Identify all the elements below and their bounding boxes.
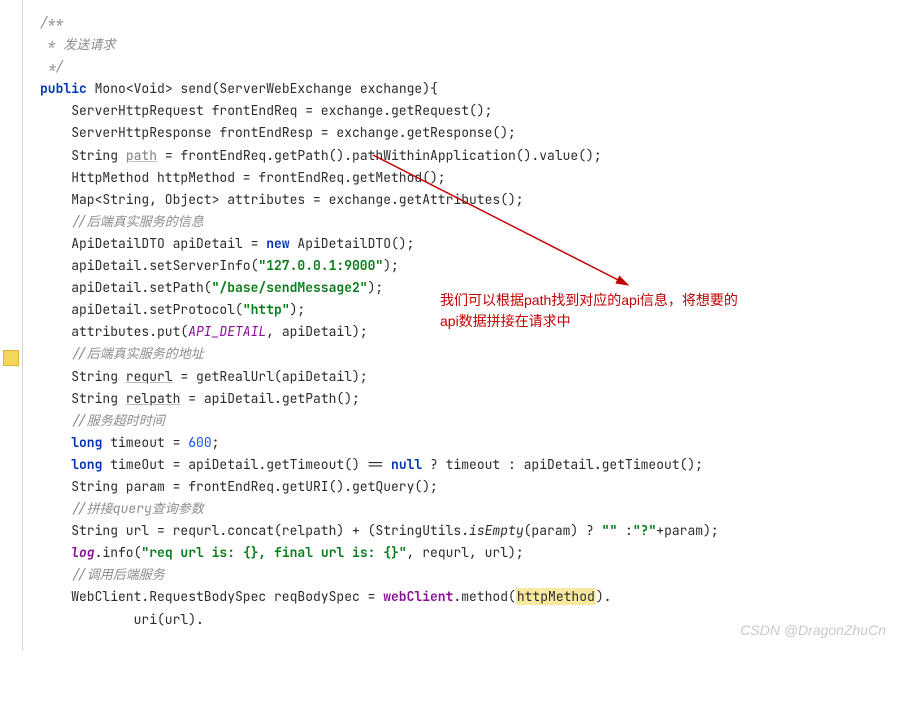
- string-literal: "req url is: {}, final url is: {}": [141, 544, 406, 561]
- code-line: String url = requrl.concat(relpath) + (S…: [8, 520, 898, 542]
- code-text: +param);: [656, 522, 718, 539]
- code-text: String: [40, 368, 126, 385]
- callout-line2: api数据拼接在请求中: [440, 311, 738, 332]
- keyword: public: [40, 80, 87, 97]
- code-line: ServerHttpRequest frontEndReq = exchange…: [8, 100, 898, 122]
- code-text: [40, 544, 71, 561]
- warn-param: httpMethod: [516, 588, 596, 605]
- code-line: //服务超时时间: [8, 410, 898, 432]
- code-text: apiDetail.setPath(: [40, 279, 212, 296]
- string-literal: "http": [243, 301, 290, 318]
- code-line: //后端真实服务的信息: [8, 211, 898, 233]
- code-line: ServerHttpResponse frontEndResp = exchan…: [8, 122, 898, 144]
- keyword: long: [71, 456, 102, 473]
- static-call: isEmpty: [469, 522, 524, 539]
- string-literal: "/base/sendMessage2": [212, 279, 368, 296]
- code-text: String: [40, 147, 126, 164]
- code-text: );: [383, 257, 399, 274]
- gutter-marker-icon: [3, 350, 19, 366]
- code-text: = getRealUrl(apiDetail);: [173, 368, 368, 385]
- code-line: apiDetail.setServerInfo("127.0.0.1:9000"…: [8, 255, 898, 277]
- code-text: String url = requrl.concat(relpath) + (S…: [40, 522, 469, 539]
- code-line: log.info("req url is: {}, final url is: …: [8, 542, 898, 564]
- code-line: String param = frontEndReq.getURI().getQ…: [8, 476, 898, 498]
- constant: API_DETAIL: [188, 323, 266, 340]
- code-text: [40, 434, 71, 451]
- code-text: = apiDetail.getPath();: [180, 390, 359, 407]
- code-line: String requrl = getRealUrl(apiDetail);: [8, 366, 898, 388]
- keyword: null: [391, 456, 422, 473]
- string-literal: "?": [633, 522, 656, 539]
- code-line: /**: [8, 12, 898, 34]
- code-line: */: [8, 56, 898, 78]
- code-line: * 发送请求: [8, 34, 898, 56]
- code-line: //调用后端服务: [8, 564, 898, 586]
- code-text: timeout =: [102, 434, 188, 451]
- code-text: WebClient.RequestBodySpec reqBodySpec =: [40, 588, 383, 605]
- code-text: apiDetail.setServerInfo(: [40, 257, 258, 274]
- code-text: .info(: [95, 544, 142, 561]
- code-text: ;: [212, 434, 220, 451]
- code-text: ? timeout : apiDetail.getTimeout();: [422, 456, 703, 473]
- gutter: [0, 0, 23, 651]
- keyword: long: [71, 434, 102, 451]
- code-text: Mono<Void> send(ServerWebExchange exchan…: [87, 80, 438, 97]
- code-text: [40, 456, 71, 473]
- logger: log: [71, 544, 94, 561]
- annotation-callout: 我们可以根据path找到对应的api信息，将想要的 api数据拼接在请求中: [440, 290, 738, 332]
- code-text: = frontEndReq.getPath().pathWithinApplic…: [157, 147, 602, 164]
- code-text: , apiDetail);: [266, 323, 367, 340]
- code-text: (param) ?: [524, 522, 602, 539]
- code-text: ApiDetailDTO();: [290, 235, 415, 252]
- code-text: , requrl, url);: [407, 544, 524, 561]
- field: webClient: [383, 588, 453, 605]
- code-text: ).: [596, 588, 612, 605]
- watermark: CSDN @DragonZhuCn: [740, 619, 886, 643]
- code-text: );: [290, 301, 306, 318]
- code-line: //拼接query查询参数: [8, 498, 898, 520]
- number: 600: [188, 434, 211, 451]
- var: relpath: [126, 390, 181, 407]
- code-line: long timeout = 600;: [8, 432, 898, 454]
- code-line: String path = frontEndReq.getPath().path…: [8, 145, 898, 167]
- code-text: :: [617, 522, 633, 539]
- code-text: ApiDetailDTO apiDetail =: [40, 235, 266, 252]
- code-text: apiDetail.setProtocol(: [40, 301, 243, 318]
- code-line: public Mono<Void> send(ServerWebExchange…: [8, 78, 898, 100]
- code-line: String relpath = apiDetail.getPath();: [8, 388, 898, 410]
- code-text: );: [368, 279, 384, 296]
- code-text: String: [40, 390, 126, 407]
- code-line: long timeOut = apiDetail.getTimeout() ==…: [8, 454, 898, 476]
- code-line: WebClient.RequestBodySpec reqBodySpec = …: [8, 586, 898, 608]
- code-line: Map<String, Object> attributes = exchang…: [8, 189, 898, 211]
- code-line: ApiDetailDTO apiDetail = new ApiDetailDT…: [8, 233, 898, 255]
- string-literal: "127.0.0.1:9000": [258, 257, 383, 274]
- keyword: new: [266, 235, 289, 252]
- code-editor: /** * 发送请求 */ public Mono<Void> send(Ser…: [0, 0, 898, 651]
- code-text: attributes.put(: [40, 323, 188, 340]
- string-literal: "": [602, 522, 618, 539]
- code-text: .method(: [453, 588, 515, 605]
- code-line: HttpMethod httpMethod = frontEndReq.getM…: [8, 167, 898, 189]
- code-line: //后端真实服务的地址: [8, 343, 898, 365]
- var: requrl: [126, 368, 173, 385]
- code-text: timeOut = apiDetail.getTimeout() ==: [102, 456, 391, 473]
- var-path: path: [126, 147, 157, 164]
- callout-line1: 我们可以根据path找到对应的api信息，将想要的: [440, 290, 738, 311]
